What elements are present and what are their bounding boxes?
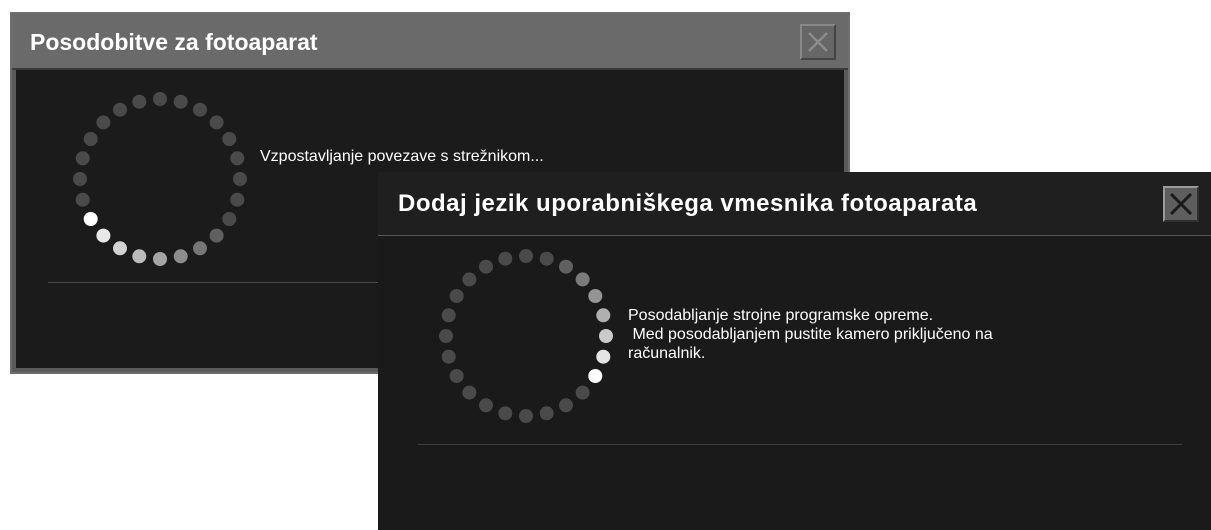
spinner-dot bbox=[559, 398, 573, 413]
spinner-dot bbox=[462, 385, 477, 400]
spinner-dot bbox=[519, 249, 533, 263]
spinner-dot bbox=[596, 308, 611, 323]
status-message: Vzpostavljanje povezave s strežnikom... bbox=[260, 148, 544, 165]
close-icon bbox=[808, 32, 828, 52]
status-message: Posodabljanje strojne programske opreme.… bbox=[628, 306, 1148, 363]
spinner-dot bbox=[153, 92, 167, 106]
spinner-dot bbox=[75, 192, 90, 207]
spinner-dot bbox=[462, 272, 477, 287]
message-line: računalnik. bbox=[628, 345, 706, 362]
spinner-dot bbox=[599, 329, 613, 343]
spinner-dot bbox=[441, 308, 456, 323]
spinner-dot bbox=[153, 252, 167, 266]
spinner-dot bbox=[96, 228, 111, 243]
window-title: Dodaj jezik uporabniškega vmesnika fotoa… bbox=[398, 190, 978, 217]
spinner-dot bbox=[441, 349, 456, 364]
spinner-dot bbox=[596, 349, 611, 364]
spinner-dot bbox=[113, 241, 127, 256]
spinner-dot bbox=[173, 94, 188, 109]
spinner-dot bbox=[209, 115, 224, 130]
spinner-dot bbox=[222, 212, 237, 226]
message-line: Posodabljanje strojne programske opreme. bbox=[628, 307, 934, 324]
window-title: Posodobitve za fotoaparat bbox=[30, 29, 318, 55]
spinner-dot bbox=[559, 259, 573, 274]
loading-spinner-icon bbox=[73, 92, 247, 266]
spinner-dot bbox=[519, 409, 533, 423]
spinner-dot bbox=[75, 151, 90, 166]
close-icon bbox=[1169, 192, 1193, 216]
spinner-dot bbox=[209, 228, 224, 243]
spinner-dot bbox=[539, 251, 554, 266]
spinner-dot bbox=[588, 369, 603, 383]
spinner-dot bbox=[173, 249, 188, 264]
add-camera-language-window: Dodaj jezik uporabniškega vmesnika fotoa… bbox=[378, 172, 1211, 530]
close-button[interactable] bbox=[1163, 186, 1199, 222]
spinner-dot bbox=[479, 398, 493, 413]
close-button[interactable] bbox=[800, 24, 836, 60]
loading-spinner-icon bbox=[439, 249, 613, 423]
spinner-dot bbox=[73, 172, 87, 186]
spinner-dot bbox=[132, 94, 147, 109]
spinner-dot bbox=[498, 406, 513, 421]
spinner-dot bbox=[233, 172, 247, 186]
spinner-dot bbox=[193, 102, 207, 117]
spinner-dot bbox=[539, 406, 554, 421]
spinner-dot bbox=[83, 132, 98, 146]
spinner-dot bbox=[575, 385, 590, 400]
spinner-dot bbox=[113, 102, 127, 117]
title-bar[interactable]: Posodobitve za fotoaparat bbox=[12, 14, 848, 70]
spinner-dot bbox=[193, 241, 207, 256]
spinner-dot bbox=[449, 289, 464, 303]
spinner-dot bbox=[588, 289, 603, 303]
spinner-dot bbox=[575, 272, 590, 287]
spinner-dot bbox=[479, 259, 493, 274]
divider bbox=[418, 444, 1182, 445]
spinner-dot bbox=[498, 251, 513, 266]
spinner-dot bbox=[439, 329, 453, 343]
spinner-dot bbox=[230, 151, 245, 166]
spinner-dot bbox=[132, 249, 147, 264]
title-bar[interactable]: Dodaj jezik uporabniškega vmesnika fotoa… bbox=[378, 172, 1211, 236]
spinner-dot bbox=[230, 192, 245, 207]
spinner-dot bbox=[96, 115, 111, 130]
spinner-dot bbox=[449, 369, 464, 383]
spinner-dot bbox=[222, 132, 237, 146]
message-line: Med posodabljanjem pustite kamero priklj… bbox=[628, 326, 993, 343]
spinner-dot bbox=[83, 212, 98, 226]
